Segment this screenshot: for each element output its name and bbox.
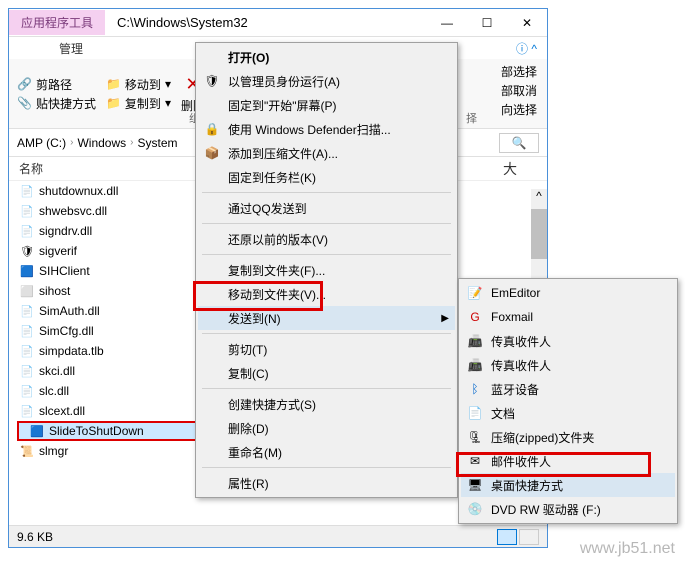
separator (202, 192, 451, 193)
shortcut-icon: 📎 (17, 96, 32, 110)
file-icon: 📄 (19, 323, 35, 339)
bluetooth-icon: ᛒ (467, 381, 483, 397)
file-icon: 📄 (19, 363, 35, 379)
separator (202, 223, 451, 224)
sendto-zip[interactable]: 🗜压缩(zipped)文件夹 (461, 425, 675, 449)
help-icon[interactable]: ⓘ ^ (516, 40, 537, 57)
shield-icon: 🛡 (204, 73, 220, 89)
archive-icon: 📦 (204, 145, 220, 161)
crumb-windows[interactable]: Windows (77, 136, 126, 150)
window-title-path: C:\Windows\System32 (105, 15, 427, 30)
column-name[interactable]: 名称 (19, 160, 179, 177)
desktop-icon: 🖥 (467, 477, 483, 493)
copy-icon: 📁 (106, 96, 121, 110)
ctx-add-archive[interactable]: 📦添加到压缩文件(A)... (198, 141, 455, 165)
maximize-button[interactable]: ☐ (467, 9, 507, 37)
document-icon: 📄 (467, 405, 483, 421)
separator (202, 333, 451, 334)
file-icon: 📄 (19, 183, 35, 199)
sendto-desktop-shortcut[interactable]: 🖥桌面快捷方式 (461, 473, 675, 497)
sendto-fax[interactable]: 📠传真收件人 (461, 329, 675, 353)
tab-manage[interactable]: 管理 (59, 40, 83, 57)
ctx-properties[interactable]: 属性(R) (198, 471, 455, 495)
file-icon: 📄 (19, 343, 35, 359)
ribbon-copy-to[interactable]: 📁复制到 ▾ (106, 95, 171, 112)
separator (202, 467, 451, 468)
scroll-thumb[interactable] (531, 209, 547, 259)
ctx-open[interactable]: 打开(O) (198, 45, 455, 69)
crumb-drive[interactable]: AMP (C:) (17, 136, 66, 150)
minimize-button[interactable]: — (427, 9, 467, 37)
ctx-copy-to-folder[interactable]: 复制到文件夹(F)... (198, 258, 455, 282)
move-icon: 📁 (106, 77, 121, 91)
ribbon-paste-shortcut[interactable]: 📎贴快捷方式 (17, 95, 96, 112)
sendto-dvd[interactable]: 💿DVD RW 驱动器 (F:) (461, 497, 675, 521)
sendto-documents[interactable]: 📄文档 (461, 401, 675, 425)
emeditor-icon: 📝 (467, 285, 483, 301)
file-icon: 📄 (19, 223, 35, 239)
mail-icon: ✉ (467, 453, 483, 469)
path-icon: 🔗 (17, 77, 32, 91)
view-large-button[interactable] (519, 529, 539, 545)
ctx-cut[interactable]: 剪切(T) (198, 337, 455, 361)
ctx-delete[interactable]: 删除(D) (198, 416, 455, 440)
ctx-move-to-folder[interactable]: 移动到文件夹(V)... (198, 282, 455, 306)
search-icon: 🔍 (512, 136, 527, 150)
ctx-create-shortcut[interactable]: 创建快捷方式(S) (198, 392, 455, 416)
sendto-bluetooth[interactable]: ᛒ蓝牙设备 (461, 377, 675, 401)
separator (202, 388, 451, 389)
ctx-pin-taskbar[interactable]: 固定到任务栏(K) (198, 165, 455, 189)
sendto-fax2[interactable]: 📠传真收件人 (461, 353, 675, 377)
chevron-right-icon: ▶ (441, 313, 449, 324)
search-input[interactable]: 🔍 (499, 133, 539, 153)
foxmail-icon: G (467, 309, 483, 325)
ribbon-select-all[interactable]: 部选择 (501, 63, 537, 80)
crumb-system[interactable]: System (138, 136, 178, 150)
ctx-send-to[interactable]: 发送到(N)▶ (198, 306, 455, 330)
fax-icon: 📠 (467, 357, 483, 373)
ctx-qq-send[interactable]: 通过QQ发送到 (198, 196, 455, 220)
scroll-up-icon[interactable]: ^ (531, 189, 547, 203)
app-icon: 🟦 (19, 263, 35, 279)
ctx-rename[interactable]: 重命名(M) (198, 440, 455, 464)
file-icon: 📄 (19, 403, 35, 419)
sendto-emeditor[interactable]: 📝EmEditor (461, 281, 675, 305)
sendto-mail[interactable]: ✉邮件收件人 (461, 449, 675, 473)
app-icon: ⬜ (19, 283, 35, 299)
ribbon-shortcut-path[interactable]: 🔗剪路径 (17, 76, 96, 93)
sendto-foxmail[interactable]: GFoxmail (461, 305, 675, 329)
zip-icon: 🗜 (467, 429, 483, 445)
tab-app-tools[interactable]: 应用程序工具 (9, 10, 105, 35)
view-details-button[interactable] (497, 529, 517, 545)
ctx-pin-start[interactable]: 固定到"开始"屏幕(P) (198, 93, 455, 117)
defender-icon: 🔒 (204, 121, 220, 137)
ribbon-group-select: 择 (466, 110, 477, 126)
file-icon: 📄 (19, 303, 35, 319)
ctx-run-admin[interactable]: 🛡以管理员身份运行(A) (198, 69, 455, 93)
context-menu: 打开(O) 🛡以管理员身份运行(A) 固定到"开始"屏幕(P) 🔒使用 Wind… (195, 42, 458, 498)
close-button[interactable]: ✕ (507, 9, 547, 37)
disc-icon: 💿 (467, 501, 483, 517)
sort-indicator[interactable]: 大 (503, 159, 517, 179)
app-icon: 🟦 (29, 423, 45, 439)
chevron-right-icon: › (70, 137, 73, 148)
watermark: www.jb51.net (580, 540, 675, 558)
ctx-copy[interactable]: 复制(C) (198, 361, 455, 385)
ctx-restore-versions[interactable]: 还原以前的版本(V) (198, 227, 455, 251)
ctx-defender-scan[interactable]: 🔒使用 Windows Defender扫描... (198, 117, 455, 141)
file-icon: 📄 (19, 383, 35, 399)
ribbon-move-to[interactable]: 📁移动到 ▾ (106, 76, 171, 93)
chevron-right-icon: › (130, 137, 133, 148)
ribbon-deselect-all[interactable]: 部取消 (501, 82, 537, 99)
script-icon: 📜 (19, 443, 35, 459)
status-size: 9.6 KB (17, 530, 53, 544)
separator (202, 254, 451, 255)
shield-icon: 🛡 (19, 243, 35, 259)
statusbar: 9.6 KB (9, 525, 547, 547)
fax-icon: 📠 (467, 333, 483, 349)
sendto-submenu: 📝EmEditor GFoxmail 📠传真收件人 📠传真收件人 ᛒ蓝牙设备 📄… (458, 278, 678, 524)
titlebar: 应用程序工具 C:\Windows\System32 — ☐ ✕ (9, 9, 547, 37)
ribbon-inverse-select[interactable]: 向选择 (501, 101, 537, 118)
file-icon: 📄 (19, 203, 35, 219)
